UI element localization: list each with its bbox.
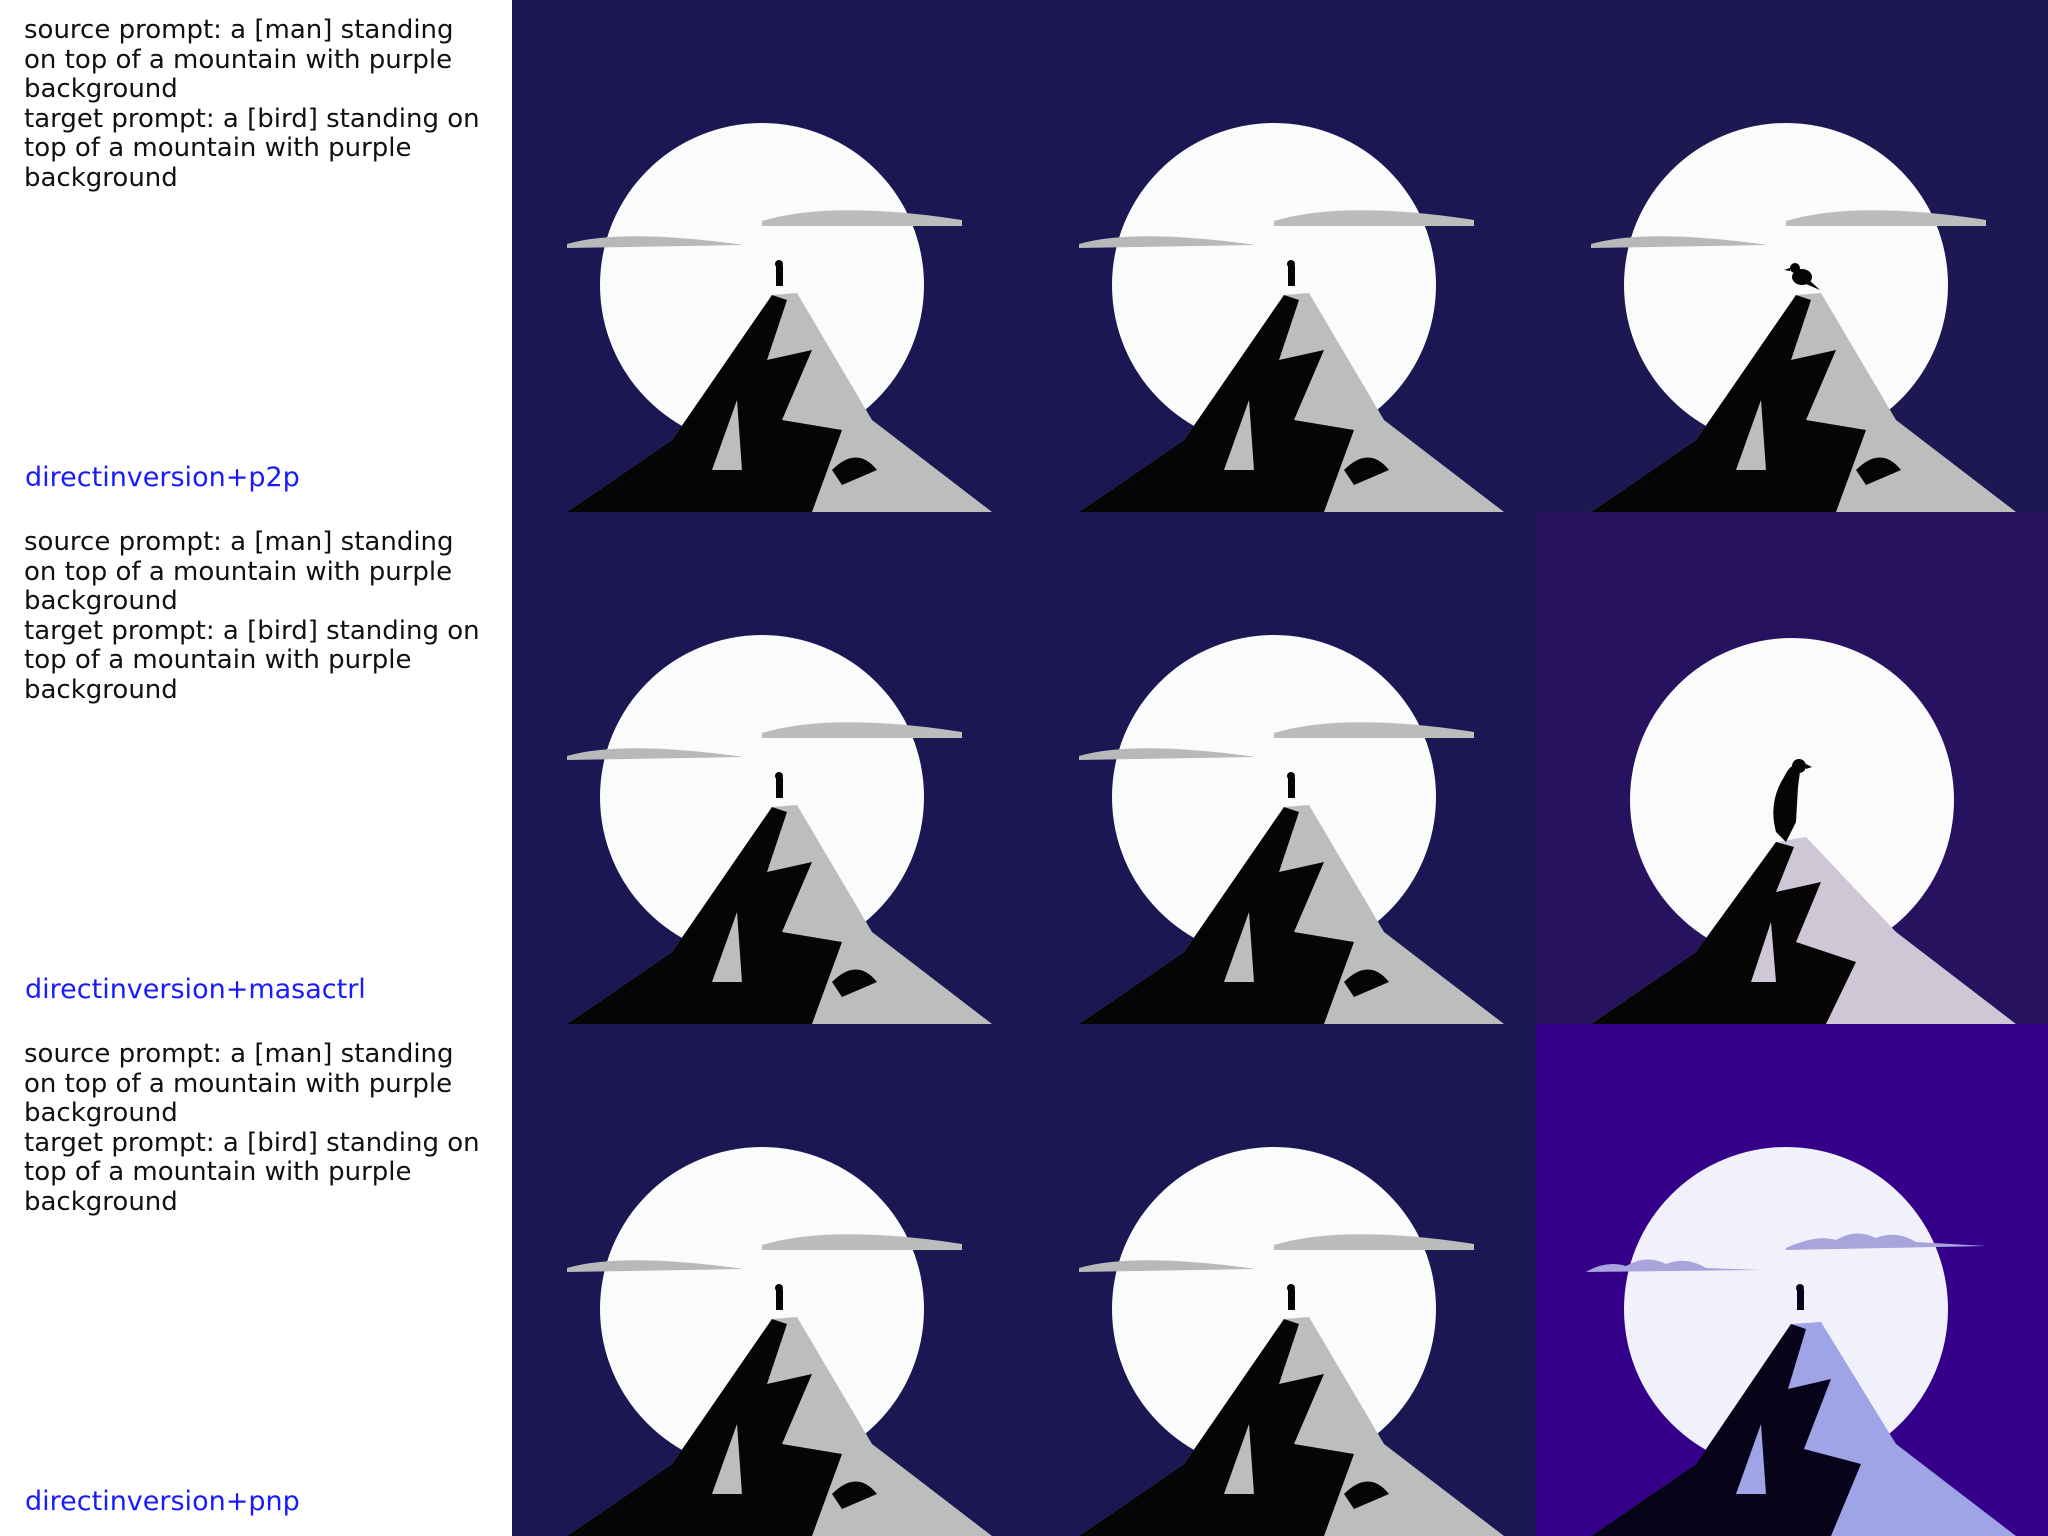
edited-image [1536, 512, 2048, 1024]
prompt-text: source prompt: a [man] standing on top o… [24, 527, 494, 705]
prompt-panel: source prompt: a [man] standing on top o… [0, 1024, 512, 1536]
method-label: directinversion+p2p [25, 462, 300, 493]
prompt-panel: source prompt: a [man] standing on top o… [0, 0, 512, 512]
prompt-panel: source prompt: a [man] standing on top o… [0, 512, 512, 1024]
source-prompt: source prompt: a [man] standing on top o… [24, 1039, 462, 1128]
result-row-masactrl: source prompt: a [man] standing on top o… [0, 512, 2048, 1024]
target-prompt: target prompt: a [bird] standing on top … [24, 615, 488, 705]
result-row-pnp: source prompt: a [man] standing on top o… [0, 1024, 2048, 1536]
target-prompt: target prompt: a [bird] standing on top … [24, 1127, 488, 1217]
source-prompt: source prompt: a [man] standing on top o… [24, 15, 462, 104]
method-label: directinversion+masactrl [25, 974, 366, 1005]
prompt-text: source prompt: a [man] standing on top o… [24, 1039, 494, 1217]
source-image [512, 1024, 1024, 1536]
edited-image [1536, 1024, 2048, 1536]
reconstruction-image [1024, 1024, 1536, 1536]
result-row-p2p: source prompt: a [man] standing on top o… [0, 0, 2048, 512]
source-image [512, 0, 1024, 512]
source-prompt: source prompt: a [man] standing on top o… [24, 527, 462, 616]
prompt-text: source prompt: a [man] standing on top o… [24, 15, 494, 193]
reconstruction-image [1024, 512, 1536, 1024]
source-image [512, 512, 1024, 1024]
method-label: directinversion+pnp [25, 1486, 300, 1517]
edited-image [1536, 0, 2048, 512]
target-prompt: target prompt: a [bird] standing on top … [24, 103, 488, 193]
reconstruction-image [1024, 0, 1536, 512]
